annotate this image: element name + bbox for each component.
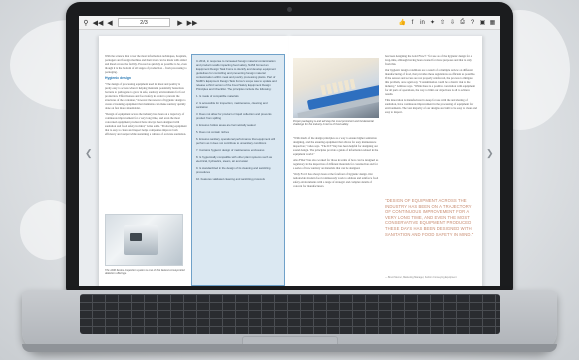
list-item: 5. Does not contain niches: [196, 130, 229, 134]
viewer-toolbar: ⚲ ◀◀ ◀ 2/3 ▶ ▶▶ 👍 f in ✦ ⇧ ⇩ ⎙ ? ▣ ▦: [79, 16, 500, 30]
pull-quote-attribution: — Brent Mercer, Marketing Manager, Keltr…: [385, 276, 457, 279]
paragraph: "Only Fort I has always been at the fore…: [293, 172, 379, 188]
page-indicator-input[interactable]: 2/3: [118, 18, 170, 27]
list-item: 1. Is made of compatible materials: [196, 94, 239, 98]
last-page-icon[interactable]: ▶▶: [187, 18, 198, 28]
laptop-lid: ⚲ ◀◀ ◀ 2/3 ▶ ▶▶ 👍 f in ✦ ⇧ ⇩ ⎙ ? ▣ ▦ ❮ ❯: [66, 2, 513, 292]
list-item: 3. Does not allow for product or liquid …: [196, 112, 272, 120]
grid-icon[interactable]: ▦: [488, 18, 497, 28]
pull-quote: "DESIGN OF EQUIPMENT ACROSS THE INDUSTRY…: [385, 198, 474, 237]
principles-list: 1. Is made of compatible materials 2. Is…: [196, 94, 280, 181]
right-page: Proper packaging is and will stay the mo…: [289, 36, 482, 286]
list-item: 4. Ensures hollow areas are hermetically…: [196, 123, 256, 127]
section-heading: Hygienic design: [105, 76, 132, 80]
prev-spread-arrow-icon[interactable]: ❮: [85, 148, 93, 159]
magazine-spread: ❮ ❯ With the science that cover the most…: [79, 30, 500, 286]
share-icon[interactable]: ⇧: [438, 18, 447, 28]
linkedin-icon[interactable]: in: [418, 18, 427, 28]
paragraph: "The design of processing equipment used…: [105, 82, 186, 110]
right-column-1-text: "With much of the design principles as a…: [293, 136, 379, 190]
list-item: 2. Is accessible for inspection, mainten…: [196, 101, 268, 109]
sidebar-intro: In 2014, in response to increased foreig…: [196, 59, 277, 91]
laptop-base: [22, 290, 557, 352]
laptop-screen: ⚲ ◀◀ ◀ 2/3 ▶ ▶▶ 👍 f in ✦ ⇧ ⇩ ⎙ ? ▣ ▦ ❮ ❯: [79, 16, 500, 286]
paragraph: With the science that cover the most inf…: [105, 54, 187, 74]
print-icon[interactable]: ⎙: [458, 18, 467, 28]
paragraph: Also Filter? has also worked for those i…: [293, 158, 379, 170]
paragraph: "With much of the design principles as a…: [293, 136, 379, 156]
twitter-icon[interactable]: ✦: [428, 18, 437, 28]
left-column-text: With the science that cover the most inf…: [105, 54, 187, 138]
magnify-icon[interactable]: ⚲: [81, 18, 91, 28]
first-page-icon[interactable]: ◀◀: [93, 18, 104, 28]
list-item: 6. Ensures sanitary operational performa…: [196, 137, 275, 145]
next-spread-arrow-icon[interactable]: ❯: [486, 148, 494, 159]
list-item: 9. Is standardized in the design of its …: [196, 166, 271, 174]
fullscreen-icon[interactable]: ▣: [478, 18, 487, 28]
paragraph: Our hygienic design conditions are a res…: [385, 68, 476, 96]
laptop-base-lip: [22, 344, 557, 352]
photo-caption: The 1200 Series inspection system is one…: [105, 269, 185, 276]
inspection-machine-photo: [105, 214, 183, 266]
left-page: With the science that cover the most inf…: [99, 36, 289, 286]
list-item: 10. Features validated cleaning and sani…: [196, 177, 265, 181]
right-column-2-text: has been designing the Gold Flow® "for u…: [385, 54, 477, 116]
paragraph: has been designing the Gold Flow® "for u…: [385, 54, 473, 66]
toolbar-share-group: 👍 f in ✦ ⇧ ⇩ ⎙ ? ▣ ▦: [397, 18, 500, 28]
prev-page-icon[interactable]: ◀: [105, 18, 115, 28]
list-item: 7. Contains hygienic design of maintenan…: [196, 148, 265, 152]
conveyor-photo: [293, 58, 379, 118]
webcam: [287, 7, 292, 12]
paragraph: This innovation is manufactured to keep …: [385, 98, 477, 114]
like-icon[interactable]: 👍: [398, 18, 407, 28]
help-icon[interactable]: ?: [468, 18, 477, 28]
list-item: 8. Is hygienically compatible with other…: [196, 155, 273, 163]
keyboard: [80, 294, 500, 334]
principles-sidebar: In 2014, in response to increased foreig…: [191, 54, 285, 286]
photo-caption: Proper packaging is and will stay the mo…: [293, 120, 374, 127]
next-page-icon[interactable]: ▶: [175, 18, 185, 28]
paragraph: "Design of equipment across the industry…: [105, 112, 187, 136]
download-icon[interactable]: ⇩: [448, 18, 457, 28]
facebook-icon[interactable]: f: [408, 18, 417, 28]
